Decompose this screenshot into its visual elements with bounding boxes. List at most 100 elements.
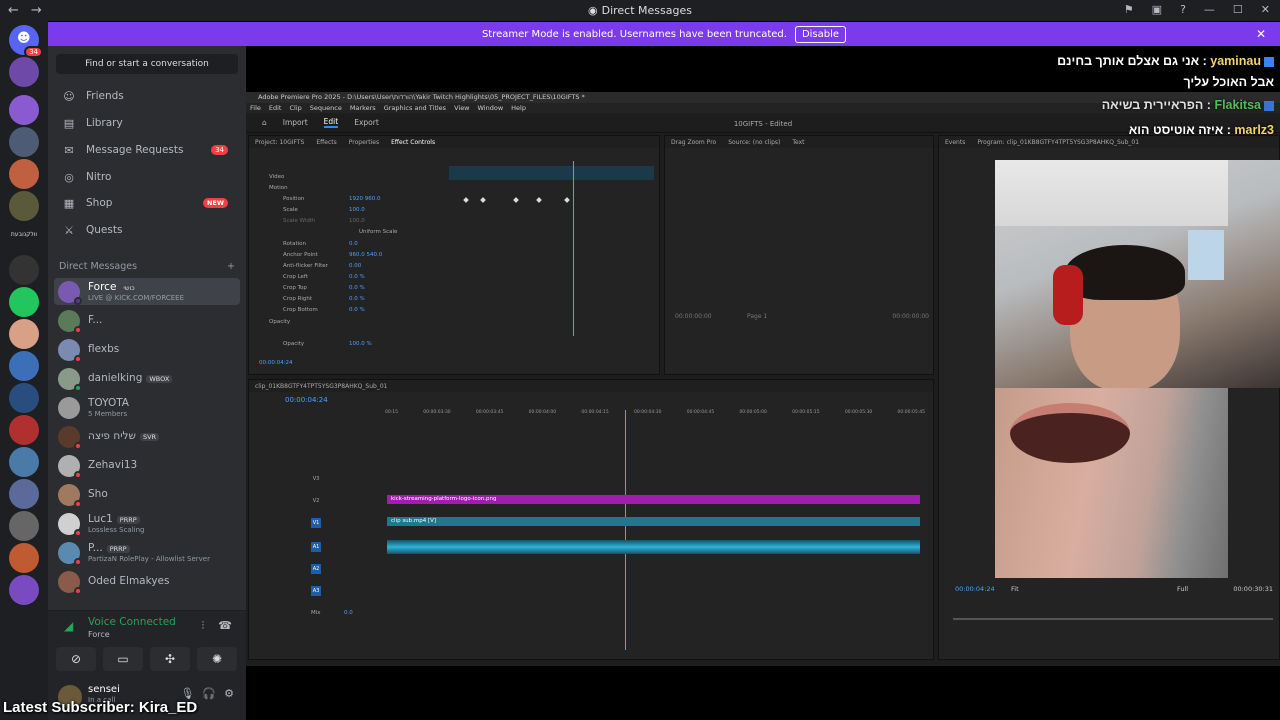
avatar [58, 570, 82, 595]
dm-item[interactable]: danielking WBOX [54, 365, 240, 392]
timeline-playhead[interactable] [625, 410, 626, 650]
status-indicator [74, 528, 82, 537]
page-select[interactable]: Page 1 [747, 313, 767, 320]
home-badge: 34 [24, 46, 43, 58]
resolution-select[interactable]: Full [1177, 585, 1188, 593]
help-icon[interactable]: ? [1180, 3, 1186, 16]
minimize-icon[interactable]: — [1204, 3, 1215, 16]
fit-select[interactable]: Fit [1011, 585, 1019, 593]
dm-item[interactable]: Oded Elmakyes [54, 568, 240, 595]
new-badge: NEW [202, 198, 228, 208]
screen-share-icon: ▭ [117, 652, 129, 666]
headphones-icon[interactable]: 🎧 [202, 687, 216, 700]
status-indicator [74, 499, 82, 508]
server-icon[interactable] [9, 543, 39, 573]
nav-item-shop[interactable]: ▦ Shop NEW [56, 191, 238, 215]
playhead[interactable] [573, 161, 574, 336]
voice-status[interactable]: Voice Connected [88, 616, 176, 628]
source-monitor-panel: Drag Zoom Pro Source: (no clips) Text 00… [664, 135, 934, 375]
close-window-icon[interactable]: ✕ [1261, 3, 1270, 16]
avatar [58, 338, 82, 363]
keyframe[interactable] [513, 197, 519, 203]
status-indicator [74, 557, 82, 566]
close-banner-icon[interactable]: ✕ [1256, 27, 1266, 41]
sequence-tab[interactable]: clip_01KB8GTFY4TPT5YSG3P8AHKQ_Sub_01 [255, 383, 387, 390]
server-icon[interactable] [9, 479, 39, 509]
status-indicator [74, 325, 82, 334]
audio-clip[interactable] [387, 540, 920, 554]
timeline-clip[interactable]: clip sub.mp4 [V] [387, 517, 920, 526]
nav-item-library[interactable]: ▤ Library [56, 111, 238, 135]
nav-item-message-requests[interactable]: ✉ Message Requests 34 [56, 138, 238, 162]
keyframe[interactable] [564, 197, 570, 203]
activities-button[interactable]: ✣ [150, 647, 190, 671]
noise-suppression-icon[interactable]: ⫶ [202, 619, 205, 633]
add-dm-icon[interactable]: + [227, 261, 235, 272]
server-icon[interactable] [9, 95, 39, 125]
avatar [58, 483, 82, 508]
disable-streamer-mode-button[interactable]: Disable [794, 25, 847, 43]
clip-preview-top [995, 160, 1228, 226]
server-icon[interactable] [9, 159, 39, 189]
server-icon[interactable] [9, 511, 39, 541]
server-icon[interactable] [9, 255, 39, 285]
nav-item-friends[interactable]: ☺ Friends [56, 84, 238, 108]
nav-item-nitro[interactable]: ◎ Nitro [56, 165, 238, 189]
home-button[interactable]: ☻ 34 [9, 25, 43, 58]
dm-item[interactable]: F... [54, 307, 240, 334]
dm-item[interactable]: TOYOTA 5 Members [54, 394, 240, 421]
server-icon[interactable] [9, 191, 39, 221]
server-tag: PRRP [116, 516, 140, 525]
soundboard-button[interactable]: ✺ [197, 647, 237, 671]
server-icon[interactable] [9, 415, 39, 445]
disconnect-icon[interactable]: ☎ [218, 619, 232, 633]
dm-item[interactable]: flexbs [54, 336, 240, 363]
program-scrubber[interactable] [953, 618, 1273, 620]
maximize-icon[interactable]: ☐ [1233, 3, 1243, 16]
server-icon[interactable] [9, 319, 39, 349]
mix-value[interactable]: 0.0 [344, 610, 353, 616]
server-icon[interactable] [9, 57, 39, 87]
server-icon[interactable] [9, 383, 39, 413]
camera-off-button[interactable]: ⊘ [56, 647, 96, 671]
server-icon[interactable] [9, 127, 39, 157]
dm-item[interactable]: Zehavi13 [54, 452, 240, 479]
activities-icon: ✣ [164, 652, 176, 666]
voice-channel[interactable]: Force [88, 630, 110, 639]
headphones-icon [1053, 265, 1083, 325]
dm-item[interactable]: P... PRRP PartizaN RolePlay - Allowlist Se… [54, 539, 240, 566]
avatar [58, 367, 82, 392]
server-icon[interactable] [9, 287, 39, 317]
status-indicator [74, 383, 82, 392]
nav-item-quests[interactable]: ⚔ Quests [56, 218, 238, 242]
chat-message: איזה אוטיסט הוא : marlz3 [1128, 123, 1274, 137]
inbox-icon[interactable]: ▣ [1152, 3, 1162, 16]
dm-item[interactable]: Sho [54, 481, 240, 508]
server-tag: כושי [120, 284, 138, 293]
timeline-clip[interactable]: kick-streaming-platform-logo-icon.png [387, 495, 920, 504]
effect-controls-time: 00:00:04:24 [259, 360, 293, 366]
inbox-flag-icon[interactable]: ⚑ [1124, 3, 1134, 16]
status-indicator [74, 441, 82, 450]
server-icon[interactable] [9, 351, 39, 381]
server-icon[interactable] [9, 575, 39, 605]
dm-item[interactable]: Force כושי LIVE @ KICK.COM/FORCEEE [54, 278, 240, 305]
library-icon: ▤ [63, 116, 75, 130]
server-folder-label[interactable]: וולקנובעת [4, 231, 44, 238]
keyframe[interactable] [480, 197, 486, 203]
keyframe[interactable] [463, 197, 469, 203]
search-input[interactable]: Find or start a conversation [56, 54, 238, 74]
server-icon[interactable] [9, 447, 39, 477]
badge-icon [1264, 100, 1274, 111]
keyframe[interactable] [536, 197, 542, 203]
gear-icon[interactable]: ⚙ [224, 687, 234, 700]
soundboard-icon: ✺ [211, 652, 223, 666]
dm-item[interactable]: שליח פיצה SVR [54, 423, 240, 450]
mail-icon: ✉ [64, 143, 74, 157]
server-tag: SVR [139, 433, 160, 442]
time-ruler[interactable]: 00:15 00:00:03:30 00:00:03:45 00:00:04:0… [385, 410, 925, 420]
screen-share-button[interactable]: ▭ [103, 647, 143, 671]
keyframe-track[interactable] [449, 166, 654, 180]
dm-item[interactable]: Luc1 PRRP Lossless Scaling [54, 510, 240, 537]
avatar [58, 454, 82, 479]
